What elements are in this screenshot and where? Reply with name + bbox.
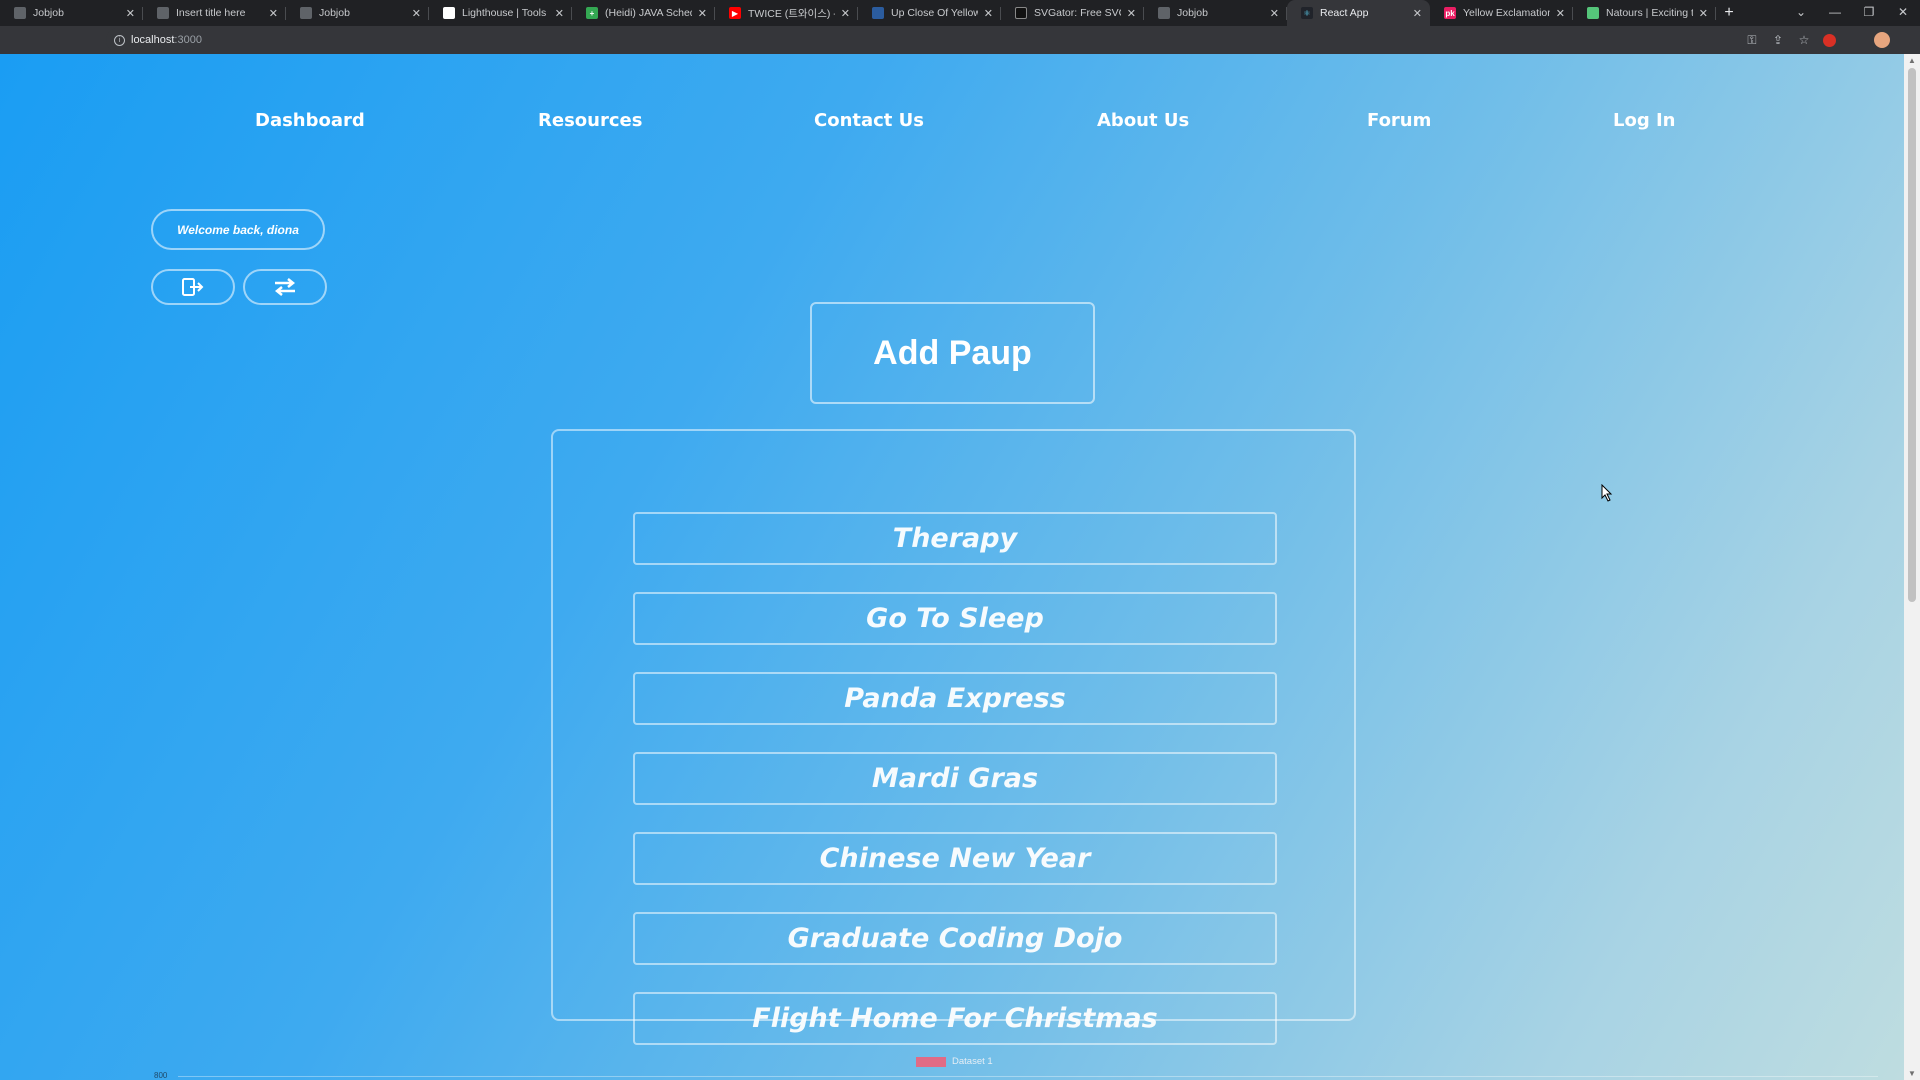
key-icon[interactable]: ⚿ bbox=[1745, 33, 1759, 48]
browser-toolbar: i localhost:3000 ⚿ ⇪ ☆ bbox=[0, 26, 1920, 54]
close-tab-icon[interactable]: ✕ bbox=[1556, 7, 1565, 20]
welcome-badge: Welcome back, diona bbox=[151, 209, 325, 250]
restore-icon[interactable]: ❐ bbox=[1852, 5, 1886, 19]
close-tab-icon[interactable]: ✕ bbox=[1699, 7, 1708, 20]
add-paup-button[interactable]: Add Paup bbox=[810, 302, 1095, 404]
url-host: localhost bbox=[131, 34, 175, 46]
react-icon: ⚛ bbox=[1301, 7, 1313, 19]
window-controls: ⌄ — ❐ ✕ bbox=[1784, 0, 1920, 24]
page-viewport: Dashboard Resources Contact Us About Us … bbox=[0, 54, 1920, 1080]
tab-title: Jobjob bbox=[1177, 7, 1208, 19]
browser-tab[interactable]: pk Yellow Exclamation Png ✕ bbox=[1430, 0, 1573, 26]
paup-item-chinese-new-year[interactable]: Chinese New Year bbox=[633, 832, 1277, 885]
paup-item-go-to-sleep[interactable]: Go To Sleep bbox=[633, 592, 1277, 645]
tab-title: Yellow Exclamation Png bbox=[1463, 7, 1550, 19]
close-tab-icon[interactable]: ✕ bbox=[984, 7, 993, 20]
browser-tab-strip: Jobjob ✕ Insert title here ✕ Jobjob ✕ Light… bbox=[0, 0, 1920, 26]
sheets-icon: + bbox=[586, 7, 598, 19]
paup-item-graduate-coding-dojo[interactable]: Graduate Coding Dojo bbox=[633, 912, 1277, 965]
nav-log-in[interactable]: Log In bbox=[1613, 110, 1676, 131]
lighthouse-icon bbox=[443, 7, 455, 19]
nav-dashboard[interactable]: Dashboard bbox=[255, 110, 365, 131]
swap-arrows-icon bbox=[274, 278, 296, 296]
paup-item-mardi-gras[interactable]: Mardi Gras bbox=[633, 752, 1277, 805]
mouse-cursor-icon bbox=[1601, 484, 1613, 502]
address-bar[interactable]: i localhost:3000 bbox=[106, 28, 1746, 52]
browser-tab[interactable]: + (Heidi) JAVA Schedule ✕ bbox=[572, 0, 715, 26]
paup-item-flight-home-for-christmas[interactable]: Flight Home For Christmas bbox=[633, 992, 1277, 1045]
globe-icon bbox=[300, 7, 312, 19]
logout-button[interactable] bbox=[151, 269, 235, 305]
close-tab-icon[interactable]: ✕ bbox=[1270, 7, 1279, 20]
nav-forum[interactable]: Forum bbox=[1367, 110, 1431, 131]
chart-gridline bbox=[178, 1076, 1878, 1077]
nav-about-us[interactable]: About Us bbox=[1097, 110, 1189, 131]
info-icon[interactable]: i bbox=[114, 34, 125, 46]
photo-site-icon bbox=[872, 7, 884, 19]
star-icon[interactable]: ☆ bbox=[1797, 33, 1811, 47]
browser-tab-active[interactable]: ⚛ React App ✕ bbox=[1287, 0, 1430, 26]
browser-tab[interactable]: Jobjob ✕ bbox=[1144, 0, 1287, 26]
browser-tab[interactable]: Lighthouse | Tools for ✕ bbox=[429, 0, 572, 26]
paup-item-panda-express[interactable]: Panda Express bbox=[633, 672, 1277, 725]
globe-icon bbox=[1158, 7, 1170, 19]
paup-list-panel: Therapy Go To Sleep Panda Express Mardi … bbox=[551, 429, 1356, 1045]
close-tab-icon[interactable]: ✕ bbox=[555, 7, 564, 20]
legend-swatch bbox=[916, 1056, 946, 1067]
close-tab-icon[interactable]: ✕ bbox=[126, 7, 135, 20]
tab-title: Lighthouse | Tools for bbox=[462, 7, 549, 19]
tab-title: (Heidi) JAVA Schedule bbox=[605, 7, 692, 19]
browser-tab[interactable]: Jobjob ✕ bbox=[286, 0, 429, 26]
scrollbar-thumb[interactable] bbox=[1908, 68, 1916, 602]
tab-title: TWICE (트와이스) - SIG bbox=[748, 7, 835, 20]
tab-title: Insert title here bbox=[176, 7, 246, 19]
pngkey-icon: pk bbox=[1444, 7, 1456, 19]
browser-tab[interactable]: SVGator: Free SVG Anim ✕ bbox=[1001, 0, 1144, 26]
page-scrollbar[interactable]: ▲ ▼ bbox=[1904, 54, 1920, 1080]
share-icon[interactable]: ⇪ bbox=[1771, 33, 1785, 47]
youtube-icon: ▶ bbox=[729, 7, 741, 19]
url-port: :3000 bbox=[174, 34, 202, 46]
toolbar-icons: ⚿ ⇪ ☆ bbox=[1745, 32, 1890, 48]
close-tab-icon[interactable]: ✕ bbox=[269, 7, 278, 20]
profile-avatar[interactable] bbox=[1874, 32, 1890, 48]
close-tab-icon[interactable]: ✕ bbox=[841, 7, 850, 20]
logout-icon bbox=[182, 278, 204, 296]
tab-title: Jobjob bbox=[319, 7, 350, 19]
globe-icon bbox=[157, 7, 169, 19]
swap-button[interactable] bbox=[243, 269, 327, 305]
paup-item-therapy[interactable]: Therapy bbox=[633, 512, 1277, 565]
chart-y-tick: 800 bbox=[154, 1071, 168, 1080]
legend-label: Dataset 1 bbox=[952, 1056, 993, 1067]
tab-search-icon[interactable]: ⌄ bbox=[1784, 5, 1818, 19]
tab-title: Natours | Exciting tours bbox=[1606, 7, 1693, 19]
tab-title: SVGator: Free SVG Anim bbox=[1034, 7, 1121, 19]
extension-icon[interactable] bbox=[1823, 33, 1836, 47]
close-window-icon[interactable]: ✕ bbox=[1886, 5, 1920, 19]
svgator-icon bbox=[1015, 7, 1027, 19]
nav-contact-us[interactable]: Contact Us bbox=[814, 110, 924, 131]
chart-legend[interactable]: Dataset 1 bbox=[916, 1056, 993, 1067]
close-tab-icon[interactable]: ✕ bbox=[1413, 7, 1422, 20]
close-tab-icon[interactable]: ✕ bbox=[412, 7, 421, 20]
new-tab-button[interactable]: + bbox=[1716, 0, 1742, 26]
close-tab-icon[interactable]: ✕ bbox=[698, 7, 707, 20]
tab-title: React App bbox=[1320, 7, 1369, 19]
scroll-up-icon[interactable]: ▲ bbox=[1904, 56, 1920, 65]
tab-title: Jobjob bbox=[33, 7, 64, 19]
browser-tab[interactable]: Up Close Of Yellow Rub ✕ bbox=[858, 0, 1001, 26]
natours-icon bbox=[1587, 7, 1599, 19]
browser-tab[interactable]: Insert title here ✕ bbox=[143, 0, 286, 26]
nav-resources[interactable]: Resources bbox=[538, 110, 642, 131]
scroll-down-icon[interactable]: ▼ bbox=[1904, 1069, 1920, 1078]
browser-tab[interactable]: ▶ TWICE (트와이스) - SIG ✕ bbox=[715, 0, 858, 26]
close-tab-icon[interactable]: ✕ bbox=[1127, 7, 1136, 20]
tab-title: Up Close Of Yellow Rub bbox=[891, 7, 978, 19]
browser-tab[interactable]: Natours | Exciting tours ✕ bbox=[1573, 0, 1716, 26]
browser-tab[interactable]: Jobjob ✕ bbox=[0, 0, 143, 26]
globe-icon bbox=[14, 7, 26, 19]
minimize-icon[interactable]: — bbox=[1818, 5, 1852, 19]
